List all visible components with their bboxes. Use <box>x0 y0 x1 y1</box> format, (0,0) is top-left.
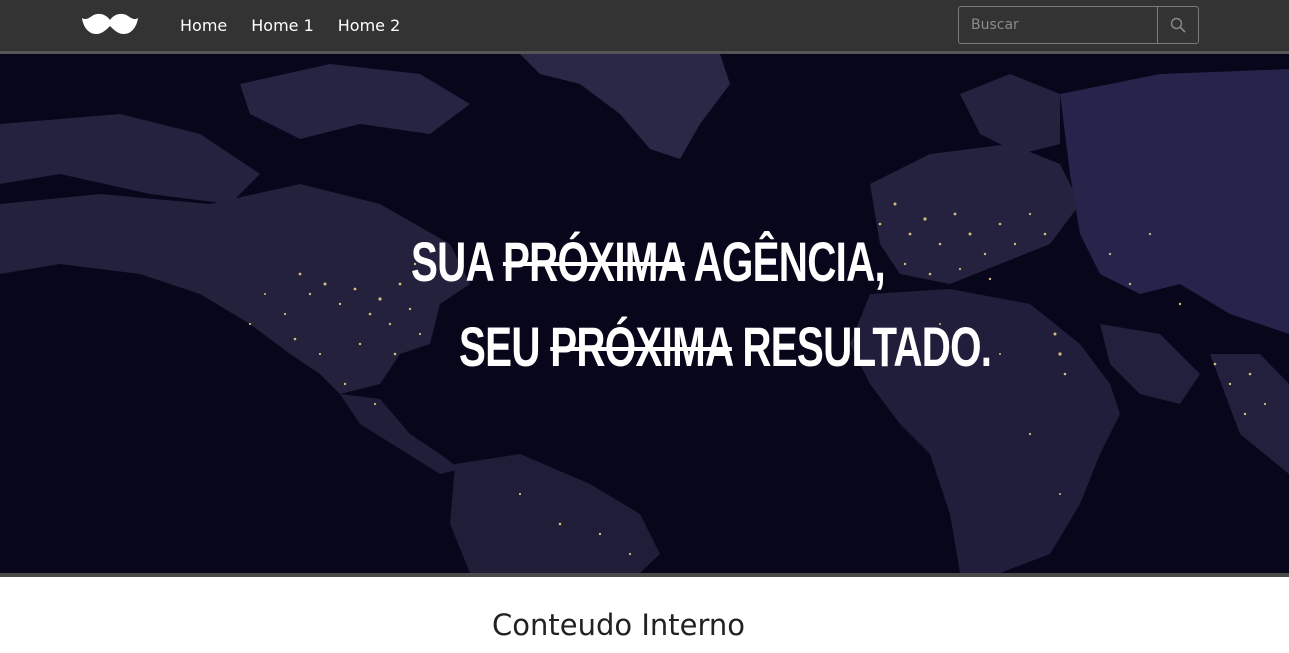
search-button[interactable] <box>1157 7 1198 43</box>
nav-links: Home Home 1 Home 2 <box>180 0 424 51</box>
search-icon <box>1170 17 1186 33</box>
hero-headline-line-2: SEU PRÓXIMA RESULTADO. <box>459 319 992 375</box>
headline-2-before: SEU <box>459 315 540 378</box>
world-map-background <box>0 54 1289 573</box>
mustache-logo-icon[interactable] <box>82 12 138 38</box>
nav-link-home[interactable]: Home <box>180 16 227 35</box>
nav-link-home-2[interactable]: Home 2 <box>338 16 401 35</box>
nav-link-home-1[interactable]: Home 1 <box>251 16 314 35</box>
headline-2-struck: PRÓXIMA <box>550 315 732 378</box>
navbar: Home Home 1 Home 2 <box>0 0 1289 54</box>
headline-1-struck: PRÓXIMA <box>502 230 685 293</box>
headline-1-after: AGÊNCIA, <box>693 230 886 293</box>
section-title: Conteudo Interno <box>491 608 745 642</box>
headline-1-before: SUA <box>411 230 493 293</box>
hero-banner: SUA PRÓXIMA AGÊNCIA, SEU PRÓXIMA RESULTA… <box>0 54 1289 577</box>
search-form <box>958 6 1199 44</box>
headline-2-after: RESULTADO. <box>742 315 992 378</box>
search-input[interactable] <box>959 7 1157 43</box>
hero-headline-line-1: SUA PRÓXIMA AGÊNCIA, <box>411 234 886 290</box>
